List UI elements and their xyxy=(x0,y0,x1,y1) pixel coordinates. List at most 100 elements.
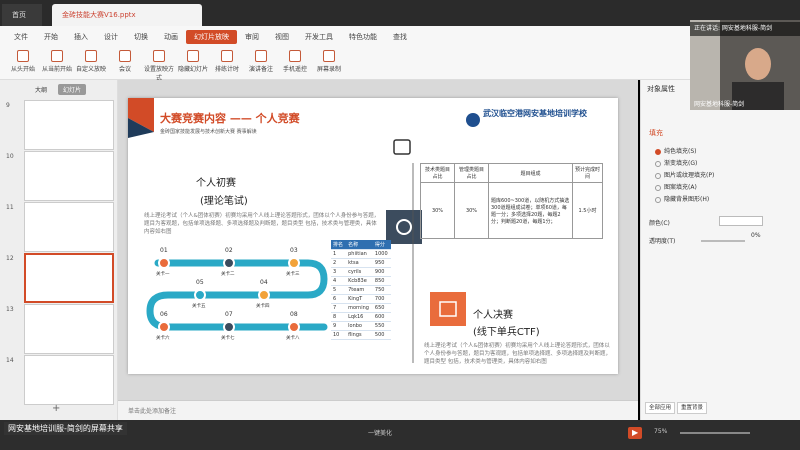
notes-area[interactable]: 单击此处添加备注 xyxy=(118,400,638,420)
tool-label: 从头开始 xyxy=(10,66,35,73)
screen-share-label: 网安基地培训服-简剑的屏幕共享 xyxy=(4,422,127,435)
toolbar-button[interactable]: 从当前开始 xyxy=(40,48,74,78)
fill-option-label: 纯色填充(S) xyxy=(664,148,697,155)
title-bar: 首页 金砖技能大赛V16.pptx xyxy=(0,0,800,26)
rank-row: 5 7team 750 xyxy=(331,285,391,295)
slide-thumbnail[interactable]: 11 xyxy=(4,202,116,254)
menu-item[interactable]: 动画 xyxy=(156,30,186,44)
toolbar-button[interactable]: 设置放映方式 xyxy=(142,48,176,82)
menu-item[interactable]: 插入 xyxy=(66,30,96,44)
zoom-slider[interactable] xyxy=(680,432,750,434)
menu-item[interactable]: 开始 xyxy=(36,30,66,44)
menu-item[interactable]: 特色功能 xyxy=(341,30,385,44)
slide[interactable]: 大赛竞赛内容 —— 个人竞赛 金砖国家技能发展与技术创新大赛 赛事解读 武汉临空… xyxy=(128,98,618,374)
menu-item[interactable]: 设计 xyxy=(96,30,126,44)
tab-document[interactable]: 金砖技能大赛V16.pptx xyxy=(52,4,202,26)
pie-chart-icon-box xyxy=(386,210,422,244)
slide-thumbnail[interactable]: 10 xyxy=(4,151,116,203)
calendar-icon-box xyxy=(430,292,466,326)
rank-cell: 650 xyxy=(372,303,391,313)
transparency-slider[interactable] xyxy=(701,240,745,242)
rank-cell: 900 xyxy=(372,267,391,277)
prelim-text: 线上理论考试（个人&团体初赛）初赛均采用个人线上理论答题形式，团体以个人身份参与… xyxy=(144,213,380,235)
rank-cell: 8 xyxy=(331,312,347,322)
fill-option[interactable]: 纯色填充(S) xyxy=(655,146,697,155)
tool-icon xyxy=(51,50,63,62)
slide-number: 9 xyxy=(6,102,10,109)
menu-item[interactable]: 文件 xyxy=(6,30,36,44)
slide-preview xyxy=(24,151,114,201)
menu-item[interactable]: 切换 xyxy=(126,30,156,44)
table-header: 管理类题目占比 xyxy=(454,163,489,183)
rank-row: 6 KingT 700 xyxy=(331,294,391,304)
toolbar-button[interactable]: 从头开始 xyxy=(6,48,40,78)
rank-cell: 950 xyxy=(372,258,391,268)
rank-cell: phiitian xyxy=(346,249,373,259)
rank-cell: 850 xyxy=(372,276,391,286)
menu-item[interactable]: 查找 xyxy=(385,30,415,44)
menu-item[interactable]: 幻灯片放映 xyxy=(186,30,237,44)
final-text: 线上理论考试（个人&团体初赛）初赛均采用个人线上理论答题形式，团体以个人身份参与… xyxy=(424,343,612,365)
menu-item[interactable]: 开发工具 xyxy=(297,30,341,44)
play-button[interactable]: ▶ xyxy=(628,427,642,439)
slide-thumbnail[interactable]: 9 xyxy=(4,100,116,152)
slide-thumbnail[interactable]: 14 xyxy=(4,355,116,407)
webcam-name: 网安基地科服-简剑 xyxy=(694,101,745,108)
rank-row: 1 phiitian 1000 xyxy=(331,249,391,259)
rank-cell: 550 xyxy=(372,321,391,331)
toolbar-button[interactable]: 会议 xyxy=(108,48,142,78)
step-marker-icon xyxy=(158,257,170,269)
fill-option-label: 图案填充(A) xyxy=(664,184,697,191)
tab-home[interactable]: 首页 xyxy=(2,4,42,26)
color-label: 颜色(C) xyxy=(649,220,670,227)
tab-slides[interactable]: 幻灯片 xyxy=(58,84,87,95)
ribbon: 文件 开始 插入 设计 切换 动画 幻灯片放映 审阅 视图 开发工具 特色功能 查找 从头开始 从当前开… xyxy=(0,26,690,82)
color-dropdown[interactable] xyxy=(719,216,763,226)
step-number: 06 xyxy=(160,311,168,318)
rank-cell: 4 xyxy=(331,276,347,286)
slide-preview xyxy=(24,202,114,252)
tool-label: 从当前开始 xyxy=(41,66,72,73)
reset-background-button[interactable]: 重置背景 xyxy=(677,402,707,414)
tool-label: 会议 xyxy=(118,66,131,73)
rank-cell: 9 xyxy=(331,321,347,331)
apply-all-button[interactable]: 全部应用 xyxy=(645,402,675,414)
fill-option[interactable]: 图案填充(A) xyxy=(655,182,697,191)
toolbar-button[interactable]: 自定义放映 xyxy=(74,48,108,78)
beautify-button[interactable]: 一键美化 xyxy=(368,428,392,437)
menu-item[interactable]: 视图 xyxy=(267,30,297,44)
slide-number: 13 xyxy=(6,306,14,313)
slide-thumbnail[interactable]: 12 xyxy=(4,253,116,305)
tool-label: 屏幕录制 xyxy=(316,66,341,73)
fill-section-title[interactable]: 填充 xyxy=(649,128,663,138)
toolbar-button[interactable]: 屏幕录制 xyxy=(312,48,346,78)
fill-option[interactable]: 隐藏背景图形(H) xyxy=(655,194,709,203)
toolbar-button[interactable]: 手机遥控 xyxy=(278,48,312,78)
step-number: 02 xyxy=(225,247,233,254)
step-number: 01 xyxy=(160,247,168,254)
toolbar-button[interactable]: 演讲备注 xyxy=(244,48,278,78)
toolbar-button[interactable]: 隐藏幻灯片 xyxy=(176,48,210,78)
tool-label: 演讲备注 xyxy=(248,66,273,73)
slide-preview xyxy=(24,100,114,150)
slide-preview xyxy=(24,253,114,303)
slide-title: 大赛竞赛内容 —— 个人竞赛 xyxy=(160,112,300,125)
step-marker-icon xyxy=(223,321,235,333)
step-marker-icon xyxy=(194,289,206,301)
add-slide-button[interactable]: + xyxy=(52,403,60,414)
fill-option[interactable]: 渐变填充(G) xyxy=(655,158,697,167)
final-title: 个人决赛 xyxy=(473,310,513,321)
slide-thumbnail[interactable]: 13 xyxy=(4,304,116,356)
transparency-label: 透明度(T) xyxy=(649,238,676,245)
slide-preview xyxy=(24,355,114,405)
rank-cell: morning xyxy=(346,303,373,313)
toolbar-button[interactable]: 排练计时 xyxy=(210,48,244,78)
step-number: 07 xyxy=(225,311,233,318)
rank-cell: 10 xyxy=(331,330,347,340)
tool-icon xyxy=(289,50,301,62)
tab-outline[interactable]: 大纲 xyxy=(30,84,52,95)
menu-row: 文件 开始 插入 设计 切换 动画 幻灯片放映 审阅 视图 开发工具 特色功能 查找 xyxy=(6,30,415,44)
fill-option[interactable]: 图片或纹理填充(P) xyxy=(655,170,714,179)
rank-cell: 1000 xyxy=(372,249,391,259)
menu-item[interactable]: 审阅 xyxy=(237,30,267,44)
